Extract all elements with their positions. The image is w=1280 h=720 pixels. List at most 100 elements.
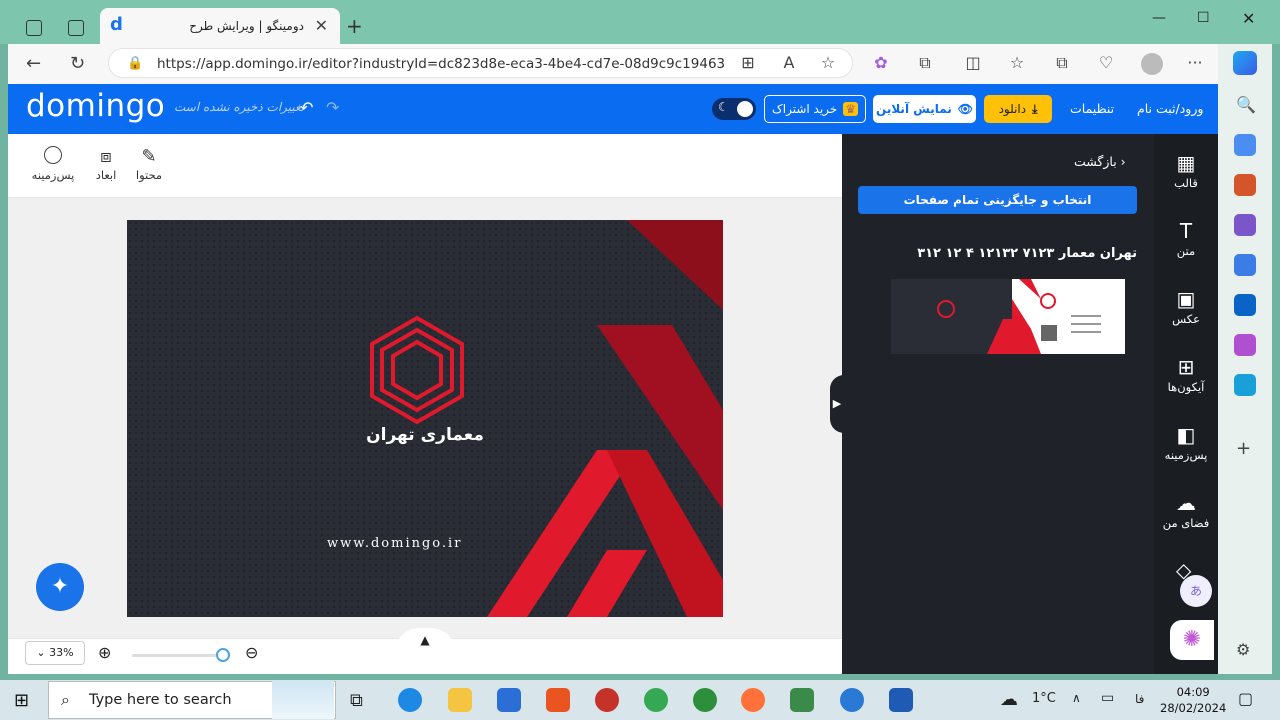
copilot-extension-icon[interactable]: ✿ (872, 54, 890, 72)
brand-name[interactable]: معماری تهران (127, 425, 723, 445)
task-view-icon[interactable]: ⧉ (350, 690, 363, 711)
minimize-icon[interactable]: — (1152, 10, 1166, 26)
app-blue-icon[interactable] (840, 688, 864, 712)
back-icon[interactable]: ← (26, 53, 41, 74)
magic-wand-button[interactable]: ✦ (36, 563, 84, 611)
login-link[interactable]: ورود/ثبت نام (1137, 101, 1203, 116)
online-preview-button[interactable]: 👁 نمایش آنلاین (873, 95, 976, 123)
background-icon: ◧ (1176, 423, 1196, 447)
app-green-icon[interactable] (790, 688, 814, 712)
browser-tab[interactable]: d دومینگو | ویرایش طرح ✕ (100, 8, 340, 44)
magic-wand-icon: ✦ (50, 574, 70, 599)
outlook-icon[interactable] (1234, 294, 1256, 316)
background-tool[interactable]: پس‌زمینه (31, 146, 75, 182)
search-icon[interactable]: 🔍 (1236, 95, 1256, 114)
chevron-right-icon: ▶ (832, 397, 842, 410)
weather-icon[interactable]: ☁ (1000, 689, 1018, 710)
translate-icon[interactable]: あ (1180, 575, 1212, 607)
favorites-icon[interactable]: ☆ (1008, 54, 1026, 72)
new-tab-icon[interactable]: + (346, 14, 363, 38)
lock-icon[interactable]: 🔒 (127, 56, 143, 71)
edge-taskbar-icon[interactable] (398, 688, 422, 712)
template-thumbnail[interactable] (891, 279, 1125, 354)
panel-collapse-handle[interactable]: ▶ (830, 375, 844, 433)
background-icon (44, 146, 62, 164)
copilot-icon[interactable] (1233, 51, 1257, 75)
profile-avatar[interactable] (1141, 53, 1163, 75)
temperature[interactable]: 1°C (1032, 691, 1056, 706)
favorite-star-icon[interactable]: ☆ (819, 54, 837, 72)
content-tool[interactable]: ✎ محتوا (127, 146, 171, 182)
templates-panel (842, 134, 1154, 674)
card-artwork (127, 220, 723, 617)
browser-essentials-icon[interactable]: ♡ (1097, 54, 1115, 72)
template-icon: ▦ (1176, 151, 1196, 175)
split-screen-icon[interactable]: ◫ (964, 54, 982, 72)
settings-link[interactable]: تنظیمات (1070, 101, 1114, 116)
sidenav-text[interactable]: T متن (1154, 218, 1218, 258)
windows-start-icon[interactable]: ⊞ (14, 690, 29, 711)
globe-app-icon[interactable] (693, 688, 717, 712)
select-all-pages-button[interactable]: انتخاب و جایگزینی تمام صفحات (858, 186, 1137, 214)
zoom-out-icon[interactable]: ⊖ (245, 643, 258, 662)
chrome-icon[interactable] (644, 688, 668, 712)
file-explorer-icon[interactable] (448, 688, 472, 712)
extensions-icon[interactable]: ⧉ (916, 54, 934, 72)
shopping-icon[interactable] (1234, 134, 1256, 156)
website-text[interactable]: www.domingo.ir (327, 536, 462, 551)
refresh-icon[interactable]: ↻ (70, 53, 85, 74)
dimensions-tool[interactable]: ⧈ ابعاد (84, 146, 128, 182)
workspaces-icon[interactable] (26, 20, 42, 36)
ai-brain-icon[interactable]: ✺ (1170, 620, 1214, 660)
language-indicator[interactable]: فا (1135, 692, 1144, 706)
crown-icon: ♛ (843, 102, 858, 116)
eye-icon: 👁 (957, 102, 973, 116)
app-available-icon[interactable]: ⊞ (739, 54, 757, 72)
zoom-slider[interactable] (132, 654, 222, 657)
sidenav-icons[interactable]: ⊞ آیکون‌ها (1154, 354, 1218, 394)
notifications-icon[interactable]: ▢ (1238, 689, 1253, 708)
collections-icon[interactable]: ⧉ (1053, 54, 1071, 72)
tray-chevron-icon[interactable]: ∧ (1072, 691, 1081, 705)
text-icon: T (1179, 219, 1193, 243)
firefox-icon[interactable] (741, 688, 765, 712)
download-button[interactable]: ⤓ دانلود (984, 95, 1052, 123)
redo-icon[interactable]: ↷ (326, 98, 339, 117)
battery-icon[interactable]: ▭ (1101, 690, 1114, 706)
moon-icon: ☾ (718, 100, 729, 114)
domingo-logo[interactable]: domingo (26, 88, 165, 124)
dark-mode-toggle[interactable]: ☾ (712, 98, 756, 120)
maximize-icon[interactable]: ☐ (1197, 10, 1210, 26)
app-p-icon[interactable] (595, 688, 619, 712)
undo-icon[interactable]: ↶ (300, 98, 313, 117)
chevron-left-icon: ‹ (1116, 154, 1126, 169)
zoom-level-select[interactable]: ⌄ 33% (25, 641, 85, 665)
buy-subscription-button[interactable]: ♛ خرید اشتراک (764, 95, 866, 123)
designer-icon[interactable] (1234, 334, 1256, 356)
microsoft-365-icon[interactable] (1234, 254, 1256, 276)
send-icon[interactable] (1234, 374, 1256, 396)
word-icon[interactable] (889, 688, 913, 712)
design-canvas[interactable]: معماری تهران www.domingo.ir (127, 220, 723, 617)
more-menu-icon[interactable]: ··· (1186, 54, 1204, 72)
store-icon[interactable] (497, 688, 521, 712)
sidenav-template[interactable]: ▦ قالب (1154, 150, 1218, 190)
close-window-icon[interactable]: ✕ (1242, 9, 1255, 28)
icons-grid-icon: ⊞ (1177, 355, 1195, 379)
tools-icon[interactable] (1234, 174, 1256, 196)
tab-actions-icon[interactable] (68, 20, 84, 36)
read-aloud-icon[interactable]: A (780, 54, 798, 72)
zoom-in-icon[interactable]: ⊕ (98, 643, 111, 662)
tab-close-icon[interactable]: ✕ (315, 16, 328, 35)
back-link[interactable]: ‹ بازگشت (1074, 154, 1126, 169)
sidenav-image[interactable]: ▣ عکس (1154, 286, 1218, 326)
sidenav-background[interactable]: ◧ پس‌زمینه (1154, 422, 1218, 462)
zoom-slider-handle[interactable] (216, 648, 230, 662)
add-sidebar-app-icon[interactable]: + (1236, 438, 1251, 459)
games-icon[interactable] (1234, 214, 1256, 236)
dimensions-icon: ⧈ (100, 146, 112, 167)
sidenav-my-space[interactable]: ☁ فضای من (1154, 490, 1218, 530)
clock[interactable]: 04:09 28/02/2024 (1160, 684, 1226, 716)
sidebar-settings-icon[interactable]: ⚙ (1236, 640, 1250, 659)
app-c-icon[interactable] (546, 688, 570, 712)
